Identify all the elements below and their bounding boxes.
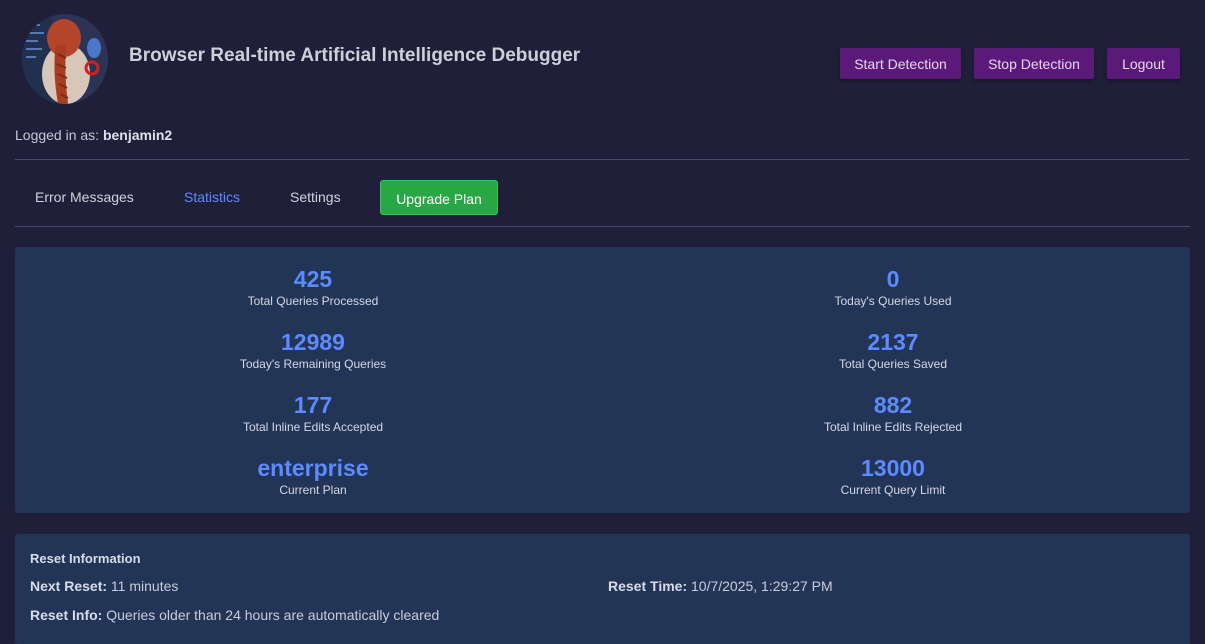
- stat-label: Current Plan: [279, 483, 347, 497]
- stat-current-plan: enterprise Current Plan: [163, 455, 463, 498]
- stat-label: Total Inline Edits Accepted: [242, 420, 384, 434]
- stat-value: 882: [873, 392, 913, 418]
- stat-label: Today's Queries Used: [834, 294, 952, 308]
- stat-value: 177: [293, 392, 333, 418]
- start-detection-button[interactable]: Start Detection: [840, 48, 961, 79]
- stat-value: 12989: [281, 329, 345, 355]
- tab-statistics[interactable]: Statistics: [184, 189, 240, 205]
- stop-detection-button[interactable]: Stop Detection: [974, 48, 1094, 79]
- next-reset-value: 11 minutes: [110, 578, 179, 594]
- stat-value: enterprise: [257, 455, 369, 481]
- reset-heading: Reset Information: [30, 551, 141, 566]
- stat-todays-remaining-queries: 12989 Today's Remaining Queries: [163, 329, 463, 372]
- reset-information-panel: Reset Information Next Reset: 11 minutes…: [15, 534, 1190, 644]
- app-header: Browser Real-time Artificial Intelligenc…: [0, 0, 1205, 120]
- divider: [15, 159, 1190, 160]
- logged-in-prefix: Logged in as:: [15, 127, 100, 143]
- next-reset-label: Next Reset:: [30, 578, 108, 594]
- reset-time-label: Reset Time:: [608, 578, 688, 594]
- reset-info-value: Queries older than 24 hours are automati…: [106, 607, 440, 623]
- app-title: Browser Real-time Artificial Intelligenc…: [129, 45, 581, 66]
- stat-inline-edits-accepted: 177 Total Inline Edits Accepted: [163, 392, 463, 435]
- stat-label: Total Queries Saved: [838, 357, 948, 371]
- stat-total-queries-processed: 425 Total Queries Processed: [163, 266, 463, 309]
- next-reset: Next Reset: 11 minutes: [30, 578, 178, 594]
- stat-label: Total Queries Processed: [247, 294, 379, 308]
- reset-info-label: Reset Info:: [30, 607, 103, 623]
- stat-todays-queries-used: 0 Today's Queries Used: [743, 266, 1043, 309]
- tab-settings[interactable]: Settings: [290, 189, 341, 205]
- avatar: [22, 14, 108, 104]
- username: benjamin2: [102, 127, 173, 143]
- statistics-panel: 425 Total Queries Processed 0 Today's Qu…: [15, 247, 1190, 513]
- divider: [15, 226, 1190, 227]
- stat-current-query-limit: 13000 Current Query Limit: [743, 455, 1043, 498]
- reset-time: Reset Time: 10/7/2025, 1:29:27 PM: [608, 578, 833, 594]
- logout-button[interactable]: Logout: [1107, 48, 1180, 79]
- reset-time-value: 10/7/2025, 1:29:27 PM: [691, 578, 833, 594]
- stat-inline-edits-rejected: 882 Total Inline Edits Rejected: [743, 392, 1043, 435]
- stat-label: Current Query Limit: [840, 483, 946, 497]
- tab-error-messages[interactable]: Error Messages: [35, 189, 134, 205]
- stat-label: Total Inline Edits Rejected: [823, 420, 963, 434]
- logged-in-status: Logged in as: benjamin2: [15, 127, 172, 143]
- stat-value: 0: [886, 266, 900, 292]
- stat-value: 2137: [867, 329, 919, 355]
- upgrade-plan-button[interactable]: Upgrade Plan: [380, 180, 498, 215]
- stat-value: 425: [293, 266, 333, 292]
- stat-label: Today's Remaining Queries: [239, 357, 387, 371]
- reset-info: Reset Info: Queries older than 24 hours …: [30, 607, 439, 623]
- avatar-portrait-icon: [22, 14, 108, 104]
- stat-total-queries-saved: 2137 Total Queries Saved: [743, 329, 1043, 372]
- stat-value: 13000: [861, 455, 925, 481]
